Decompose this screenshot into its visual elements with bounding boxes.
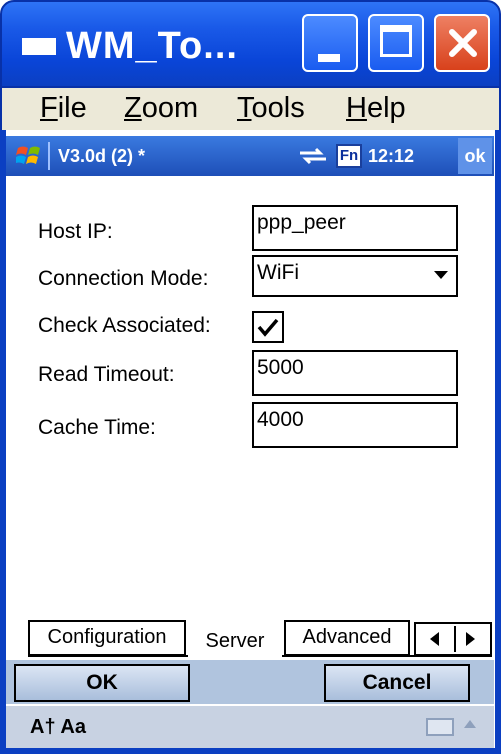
connection-mode-select[interactable]: WiFi [252, 255, 458, 297]
tab-configuration[interactable]: Configuration [28, 620, 186, 656]
tab-scroll-control[interactable] [414, 622, 492, 656]
check-associated-checkbox[interactable] [252, 311, 284, 343]
status-title: V3.0d (2) * [58, 146, 146, 166]
device-status-bar: V3.0d (2) * Fn 12:12 ok [6, 136, 494, 176]
input-panel-bar: A† Aa [6, 706, 494, 748]
maximize-icon [380, 25, 412, 57]
window-frame-bottom [0, 748, 501, 754]
connection-mode-label: Connection Mode: [38, 267, 209, 290]
tab-server[interactable]: Server [188, 620, 282, 658]
read-timeout-label: Read Timeout: [38, 363, 175, 386]
connection-mode-value: WiFi [257, 261, 299, 284]
read-timeout-input[interactable]: 5000 [252, 350, 458, 396]
menu-help[interactable]: Help [346, 90, 406, 126]
window-frame-right [495, 130, 501, 750]
menu-file[interactable]: File [40, 90, 87, 126]
minimize-button[interactable] [302, 14, 358, 72]
cache-time-input[interactable]: 4000 [252, 402, 458, 448]
close-button[interactable] [434, 14, 490, 72]
chevron-up-icon[interactable] [464, 720, 476, 728]
tab-scroll-left-icon[interactable] [430, 632, 439, 646]
check-associated-label: Check Associated: [38, 314, 211, 337]
fn-key-badge: Fn [336, 144, 362, 168]
cache-time-label: Cache Time: [38, 416, 156, 439]
windows-flag-icon[interactable] [16, 143, 42, 169]
connectivity-icon[interactable] [298, 147, 328, 165]
menu-bar: File Zoom Tools Help [0, 88, 501, 130]
host-ip-input[interactable]: ppp_peer [252, 205, 458, 251]
checkmark-icon [257, 318, 279, 337]
cancel-softkey[interactable]: Cancel [324, 664, 470, 702]
window-title: WM_To... [66, 25, 238, 67]
dropdown-arrow-icon [434, 271, 448, 279]
softkey-bar: OK Cancel [6, 660, 494, 704]
host-ip-label: Host IP: [38, 220, 113, 243]
maximize-button[interactable] [368, 14, 424, 72]
minimize-icon [318, 54, 340, 62]
window-frame-left [0, 130, 6, 750]
title-bar[interactable]: WM_To... [0, 0, 501, 88]
tab-scroll-divider [454, 626, 456, 652]
input-mode-label[interactable]: A† Aa [30, 710, 86, 744]
menu-tools[interactable]: Tools [237, 90, 305, 126]
ok-button[interactable]: ok [458, 138, 492, 174]
close-icon [449, 29, 477, 57]
keyboard-icon[interactable] [426, 718, 454, 736]
menu-zoom[interactable]: Zoom [124, 90, 198, 126]
window-icon [22, 38, 56, 55]
tab-scroll-right-icon[interactable] [466, 632, 475, 646]
clock[interactable]: 12:12 [368, 136, 414, 176]
tab-advanced[interactable]: Advanced [284, 620, 410, 656]
status-divider [48, 142, 50, 170]
ok-softkey[interactable]: OK [14, 664, 190, 702]
